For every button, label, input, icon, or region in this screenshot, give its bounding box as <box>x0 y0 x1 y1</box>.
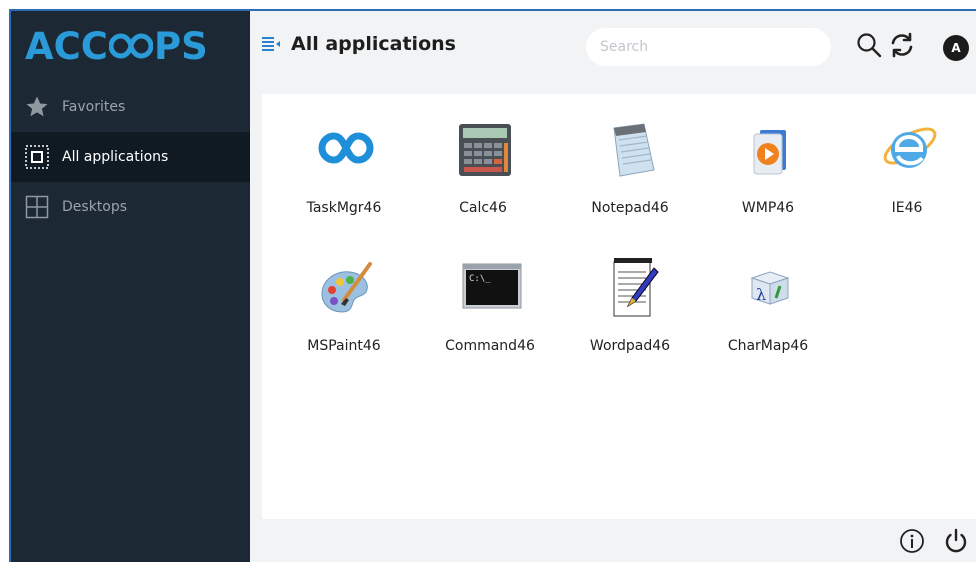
sidebar-item-label: Desktops <box>62 199 128 215</box>
app-tile-mspaint[interactable]: MSPaint46 <box>284 232 404 354</box>
star-icon <box>24 94 50 120</box>
page-title: All applications <box>291 33 456 55</box>
app-label: IE46 <box>891 200 923 216</box>
app-tile-wmp[interactable]: WMP46 <box>708 94 828 216</box>
paint-palette-icon <box>314 254 378 318</box>
app-tile-calc[interactable]: Calc46 <box>423 94 543 216</box>
sidebar-item-all-applications[interactable]: All applications <box>11 132 250 182</box>
taskmgr-icon <box>314 116 378 180</box>
search-input[interactable] <box>586 28 831 66</box>
app-label: TaskMgr46 <box>306 200 382 216</box>
search-icon <box>856 32 882 62</box>
refresh-button[interactable] <box>886 31 918 63</box>
lambda-glyph: λ <box>756 285 766 304</box>
calculator-icon <box>453 116 517 180</box>
app-label: Wordpad46 <box>589 338 671 354</box>
app-tile-charmap[interactable]: λ CharMap46 <box>708 232 828 354</box>
app-frame: ACC PS Favorites All applications Deskto… <box>9 9 976 562</box>
internet-explorer-icon <box>877 116 941 180</box>
app-label: Notepad46 <box>591 200 669 216</box>
sidebar-item-desktops[interactable]: Desktops <box>11 182 250 232</box>
sidebar-nav: Favorites All applications Desktops <box>11 82 250 232</box>
page-title-wrap: All applications <box>261 33 456 55</box>
header: All applications A <box>250 11 976 91</box>
prompt-text: C:\_ <box>469 274 491 284</box>
desktops-grid-icon <box>24 194 50 220</box>
app-label: Command46 <box>445 338 535 354</box>
power-icon <box>943 528 969 558</box>
app-label: CharMap46 <box>727 338 809 354</box>
logo-infinity-mark <box>108 31 153 61</box>
command-prompt-icon: C:\_ <box>460 254 524 318</box>
app-label: MSPaint46 <box>307 338 381 354</box>
sidebar-item-label: Favorites <box>62 99 126 115</box>
info-button[interactable] <box>897 528 927 558</box>
search-button[interactable] <box>853 31 885 63</box>
app-tile-notepad[interactable]: Notepad46 <box>570 94 690 216</box>
app-tile-ie[interactable]: IE46 <box>847 94 967 216</box>
refresh-icon <box>889 32 915 62</box>
user-avatar[interactable]: A <box>943 35 969 61</box>
app-tile-taskmgr[interactable]: TaskMgr46 <box>284 94 404 216</box>
info-icon <box>899 528 925 558</box>
charmap-icon: λ <box>738 254 802 318</box>
app-tile-command[interactable]: C:\_ Command46 <box>430 232 550 354</box>
power-button[interactable] <box>941 528 971 558</box>
wordpad-icon <box>600 254 664 318</box>
list-icon <box>261 35 281 53</box>
applications-panel: TaskMgr46 Calc46 Notepad46 WMP46 IE46 MS… <box>262 94 976 519</box>
media-player-icon <box>738 116 802 180</box>
sidebar-item-favorites[interactable]: Favorites <box>11 82 250 132</box>
accops-logo: ACC PS <box>25 24 208 68</box>
apps-grid-icon <box>24 144 50 170</box>
notepad-icon <box>600 116 664 180</box>
sidebar: ACC PS Favorites All applications Deskto… <box>11 11 250 562</box>
app-tile-wordpad[interactable]: Wordpad46 <box>570 232 690 354</box>
app-label: Calc46 <box>459 200 507 216</box>
sidebar-item-label: All applications <box>62 149 169 165</box>
app-label: WMP46 <box>741 200 795 216</box>
